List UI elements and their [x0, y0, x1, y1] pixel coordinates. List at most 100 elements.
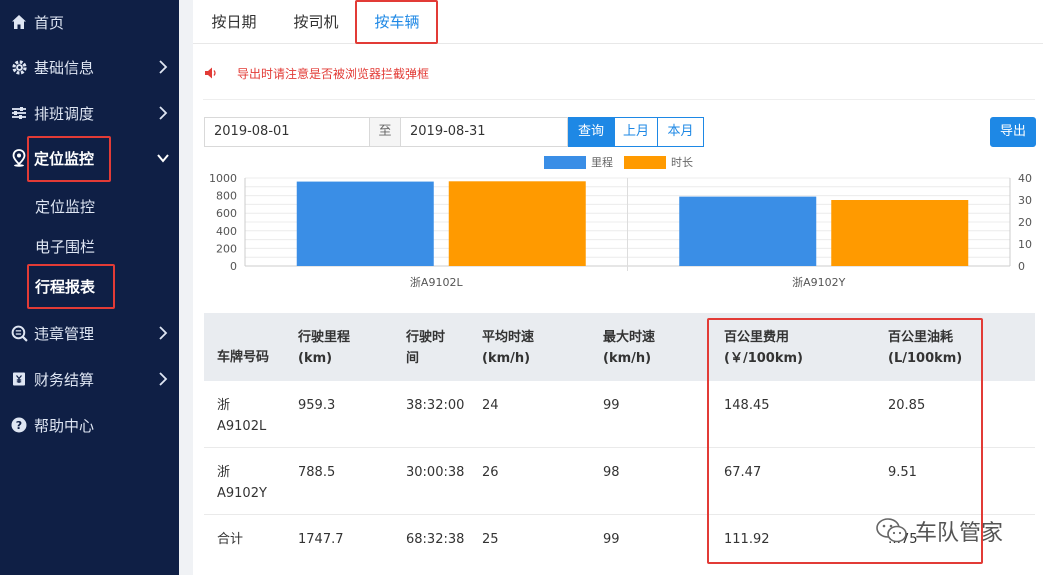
- chevron-right-icon: [159, 60, 168, 74]
- sidebar-item-label: 违章管理: [34, 324, 95, 343]
- legend-swatch: [624, 156, 666, 169]
- sidebar-subitem-trip-report[interactable]: 行程报表: [35, 268, 165, 304]
- export-button[interactable]: 导出: [990, 117, 1036, 147]
- watermark-text: 车队管家: [915, 521, 1004, 546]
- left-axis-tick-label: 1000: [209, 172, 237, 185]
- header-avg-speed: 平均时速 (km/h): [482, 330, 535, 366]
- cell-cost: 67.47: [724, 465, 762, 480]
- cell-plate: 浙A9102Y: [217, 465, 267, 501]
- header-distance: 行驶里程 (km): [298, 330, 351, 366]
- cell-cost: 148.45: [724, 398, 770, 413]
- last-month-button[interactable]: 上月: [614, 117, 658, 147]
- watermark: 车队管家: [875, 515, 1003, 547]
- start-date-input[interactable]: 2019-08-01: [204, 117, 370, 147]
- header-plate: 车牌号码: [217, 350, 270, 365]
- query-button[interactable]: 查询: [568, 117, 614, 147]
- tab-by-vehicle[interactable]: 按车辆: [358, 0, 436, 44]
- sidebar-item-help[interactable]: ? 帮助中心: [0, 403, 179, 447]
- cell-time: 38:32:00: [406, 398, 465, 413]
- cell-time: 68:32:38: [406, 532, 465, 547]
- home-icon: [9, 12, 29, 32]
- finance-book-icon: [9, 369, 29, 389]
- cell-cost: 111.92: [724, 532, 770, 547]
- cell-avg-speed: 25: [482, 532, 499, 547]
- sidebar-subitem-geofence[interactable]: 电子围栏: [35, 228, 165, 264]
- table-header: 车牌号码 行驶里程 (km) 行驶时间 平均时速 (km/h) 最大时速 (km…: [204, 313, 1035, 381]
- location-pin-icon: [9, 148, 29, 168]
- sidebar-item-finance[interactable]: 财务结算: [0, 357, 179, 401]
- svg-text:?: ?: [16, 419, 22, 432]
- right-axis-tick-label: 40: [1018, 172, 1032, 185]
- notice-text: 导出时请注意是否被浏览器拦截弹框: [237, 66, 430, 81]
- cell-avg-speed: 24: [482, 398, 499, 413]
- x-axis-tick-label: 浙A9102Y: [792, 276, 846, 289]
- sidebar: 首页 基础信息 排班调度 定位监控 定位监控 电子围栏 行程报表 违章管理 财务…: [0, 0, 179, 575]
- chevron-right-icon: [159, 106, 168, 120]
- left-axis-tick-label: 400: [216, 225, 237, 238]
- mileage-duration-chart: 里程 时长 0 200 400 600 800 1000 0 10 20 30 40 浙A9102L 浙A9…: [209, 156, 1032, 289]
- sliders-icon: [9, 103, 29, 123]
- divider: [203, 99, 1035, 100]
- bar: [296, 181, 434, 266]
- this-month-button[interactable]: 本月: [658, 117, 704, 147]
- gear-icon: [9, 57, 29, 77]
- sidebar-item-label: 基础信息: [34, 58, 95, 77]
- cell-distance: 1747.7: [298, 532, 344, 547]
- end-date-input[interactable]: 2019-08-31: [400, 117, 568, 147]
- legend-label: 里程: [591, 156, 613, 169]
- sidebar-subitem-label: 行程报表: [35, 277, 96, 296]
- sidebar-item-label: 首页: [34, 13, 65, 32]
- sidebar-item-home[interactable]: 首页: [0, 0, 179, 44]
- chevron-right-icon: [159, 372, 168, 386]
- left-axis-tick-label: 0: [230, 260, 237, 273]
- sidebar-subitem-label: 电子围栏: [35, 237, 96, 256]
- sidebar-item-label: 财务结算: [34, 370, 95, 389]
- question-circle-icon: ?: [9, 415, 29, 435]
- legend-swatch: [544, 156, 586, 169]
- wechat-icon: [876, 518, 907, 543]
- main-panel: 按日期 按司机 按车辆 导出时请注意是否被浏览器拦截弹框 2019-08-01 …: [193, 0, 1049, 575]
- tab-by-driver[interactable]: 按司机: [282, 0, 350, 44]
- right-axis-tick-label: 20: [1018, 216, 1032, 229]
- header-cost: 百公里费用 (￥/100km): [724, 330, 803, 366]
- chevron-down-icon: [157, 154, 169, 163]
- sidebar-item-label: 帮助中心: [34, 416, 95, 435]
- bar: [679, 196, 817, 266]
- date-range-separator: 至: [370, 117, 400, 147]
- tab-by-date[interactable]: 按日期: [200, 0, 268, 44]
- header-max-speed: 最大时速 (km/h): [603, 330, 656, 366]
- left-axis-tick-label: 200: [216, 242, 237, 255]
- cell-plate: 合计: [217, 532, 244, 547]
- cell-distance: 959.3: [298, 398, 336, 413]
- sidebar-item-scheduling[interactable]: 排班调度: [0, 91, 179, 135]
- right-axis-tick-label: 10: [1018, 238, 1032, 251]
- right-axis-tick-label: 0: [1018, 260, 1025, 273]
- sidebar-subitem-label: 定位监控: [35, 197, 96, 216]
- sidebar-item-basic-info[interactable]: 基础信息: [0, 45, 179, 89]
- search-list-icon: [9, 323, 29, 343]
- cell-time: 30:00:38: [406, 465, 465, 480]
- cell-max-speed: 99: [603, 532, 620, 547]
- left-axis-tick-label: 800: [216, 190, 237, 203]
- cell-fuel: 9.51: [888, 465, 917, 480]
- table-row: 浙A9102L 959.3 38:32:00 24 99 148.45 20.8…: [204, 381, 1035, 448]
- header-time: 行驶时间: [406, 330, 446, 366]
- x-axis-tick-label: 浙A9102L: [410, 276, 464, 289]
- chevron-right-icon: [159, 326, 168, 340]
- right-axis-tick-label: 30: [1018, 194, 1032, 207]
- sidebar-item-label: 定位监控: [34, 149, 95, 168]
- left-axis-tick-label: 600: [216, 207, 237, 220]
- cell-distance: 788.5: [298, 465, 336, 480]
- cell-max-speed: 99: [603, 398, 620, 413]
- speaker-icon: [205, 67, 216, 79]
- cell-fuel: 20.85: [888, 398, 926, 413]
- header-fuel: 百公里油耗 (L/100km): [888, 330, 963, 366]
- bar: [831, 200, 969, 266]
- sidebar-item-violations[interactable]: 违章管理: [0, 311, 179, 355]
- report-tabs: 按日期 按司机 按车辆: [193, 0, 1043, 44]
- sidebar-subitem-location-monitoring[interactable]: 定位监控: [35, 188, 165, 224]
- cell-max-speed: 98: [603, 465, 620, 480]
- export-notice: 导出时请注意是否被浏览器拦截弹框: [203, 62, 429, 84]
- cell-plate: 浙A9102L: [217, 398, 267, 434]
- sidebar-item-location-monitoring[interactable]: 定位监控: [0, 136, 179, 180]
